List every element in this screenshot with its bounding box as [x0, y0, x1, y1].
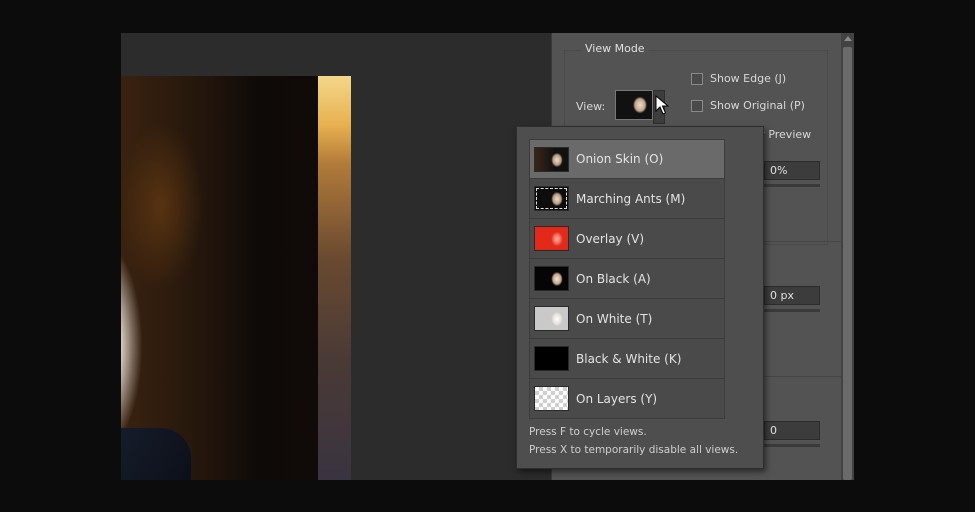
black-white-thumb — [534, 346, 569, 371]
overlay-thumb — [534, 226, 569, 251]
on-layers-thumb — [534, 386, 569, 411]
panel-scrollbar[interactable] — [841, 33, 854, 480]
view-option-on-black[interactable]: On Black (A) — [529, 259, 725, 299]
view-option-black-white[interactable]: Black & White (K) — [529, 339, 725, 379]
view-option-label: On White (T) — [576, 311, 653, 326]
section-divider — [752, 376, 842, 377]
subject-coat — [121, 428, 191, 480]
show-edge-label: Show Edge (J) — [710, 72, 787, 85]
sky-strip — [318, 76, 351, 480]
show-edge-checkbox[interactable] — [691, 72, 703, 85]
smooth-field[interactable]: 0 — [764, 421, 820, 440]
view-option-overlay[interactable]: Overlay (V) — [529, 219, 725, 259]
view-option-on-layers[interactable]: On Layers (Y) — [529, 379, 725, 419]
view-option-label: On Black (A) — [576, 271, 651, 286]
smooth-slider[interactable] — [764, 444, 820, 447]
select-and-mask-workspace: View Mode View: Show Edge (J) Show Origi… — [121, 33, 854, 480]
view-mode-dropdown: Onion Skin (O) Marching Ants (M) Overlay… — [516, 126, 764, 469]
opacity-slider[interactable] — [764, 184, 820, 187]
view-option-label: Marching Ants (M) — [576, 191, 686, 206]
show-original-option[interactable]: Show Original (P) — [691, 99, 805, 112]
radius-field[interactable]: 0 px — [764, 286, 820, 305]
view-mode-title: View Mode — [581, 42, 649, 55]
view-option-label: Onion Skin (O) — [576, 152, 664, 166]
opacity-field[interactable]: 0% — [764, 161, 820, 180]
disable-views-hint: Press X to temporarily disable all views… — [529, 444, 739, 456]
on-black-thumb — [534, 266, 569, 291]
canvas-image[interactable] — [121, 76, 351, 480]
section-divider — [752, 241, 842, 242]
view-option-label: Black & White (K) — [576, 351, 682, 366]
scrollbar-thumb[interactable] — [843, 47, 852, 480]
on-white-thumb — [534, 306, 569, 331]
marching-ants-thumb — [534, 186, 569, 211]
view-option-label: Overlay (V) — [576, 231, 645, 246]
onion-skin-thumb — [534, 146, 569, 172]
show-original-checkbox[interactable] — [691, 99, 703, 112]
show-edge-option[interactable]: Show Edge (J) — [691, 72, 786, 85]
show-original-label: Show Original (P) — [710, 99, 805, 112]
view-option-on-white[interactable]: On White (T) — [529, 299, 725, 339]
view-thumbnail-button[interactable] — [615, 90, 653, 120]
view-label: View: — [576, 100, 606, 113]
view-option-marching-ants[interactable]: Marching Ants (M) — [529, 179, 725, 219]
mouse-pointer-icon — [655, 95, 669, 115]
view-option-label: On Layers (Y) — [576, 391, 658, 406]
cycle-views-hint: Press F to cycle views. — [529, 426, 647, 438]
scroll-up-arrow-icon[interactable] — [844, 36, 852, 41]
view-option-onion-skin[interactable]: Onion Skin (O) — [529, 139, 725, 179]
view-mode-list: Onion Skin (O) Marching Ants (M) Overlay… — [529, 139, 725, 419]
radius-slider[interactable] — [764, 309, 820, 312]
